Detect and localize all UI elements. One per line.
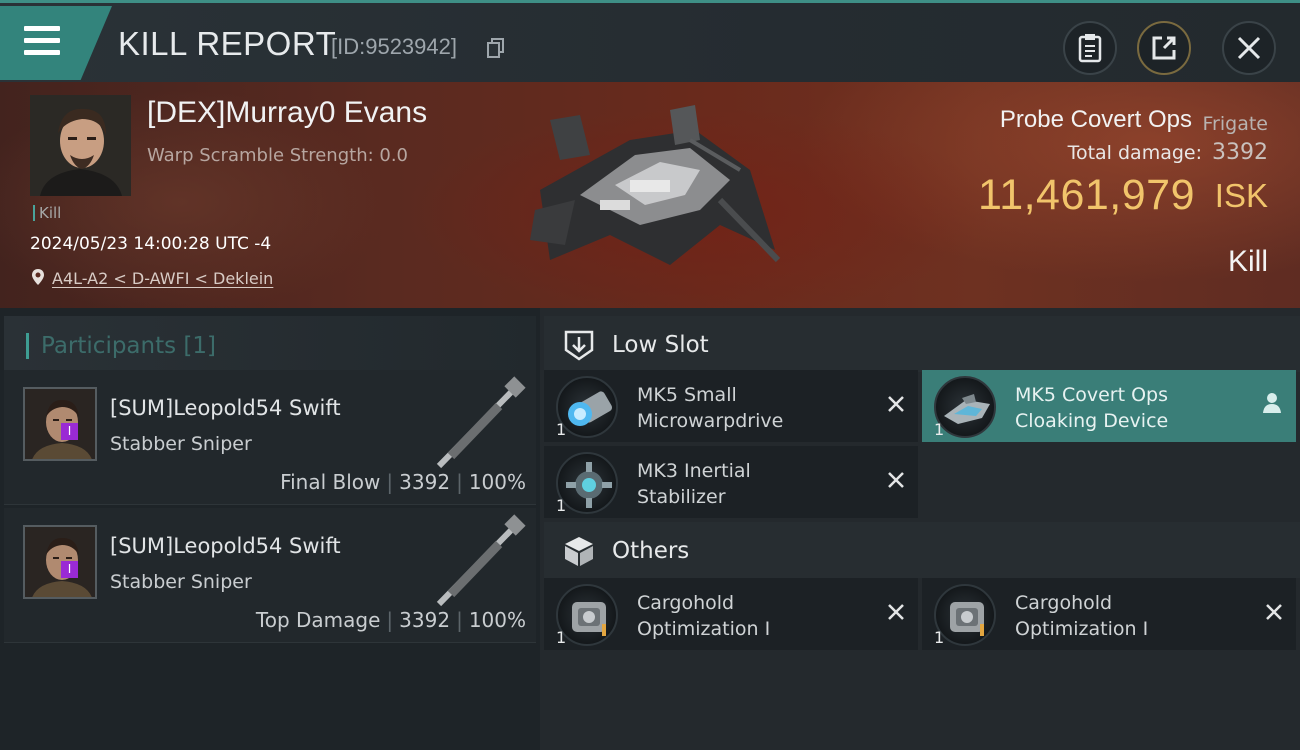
- module-quantity: 1: [556, 420, 567, 439]
- weapon-icon: [436, 376, 526, 469]
- participant-avatar[interactable]: [23, 387, 97, 461]
- participant-name[interactable]: [SUM]Leopold54 Swift: [110, 396, 341, 420]
- participant-percent: 100%: [468, 608, 526, 632]
- page-title: KILL REPORT: [118, 25, 337, 62]
- low-slot-title: Low Slot: [612, 332, 709, 358]
- close-button[interactable]: [1222, 21, 1276, 75]
- fitting-panel: Low Slot 1 MK5 Small Microwarpdrive 1 MK…: [540, 308, 1300, 750]
- participant-avatar[interactable]: [23, 525, 97, 599]
- module-quantity: 1: [556, 496, 567, 515]
- close-icon: [1237, 36, 1261, 60]
- pilot-portrait-icon: [30, 95, 131, 196]
- warp-scramble-strength: Warp Scramble Strength: 0.0: [147, 145, 409, 166]
- isk-unit: ISK: [1214, 177, 1268, 214]
- participant-card[interactable]: I [SUM]Leopold54 Swift Stabber Sniper To…: [4, 508, 536, 643]
- share-icon: [1152, 36, 1176, 60]
- kill-datetime: 2024/05/23 14:00:28 UTC -4: [30, 234, 272, 254]
- victim-portrait[interactable]: [30, 95, 131, 196]
- module-quantity: 1: [556, 628, 567, 647]
- module-card[interactable]: 1 Cargohold Optimization I: [544, 578, 918, 650]
- destroyed-x-icon: [888, 604, 904, 620]
- menu-button[interactable]: [0, 6, 112, 80]
- hamburger-menu-icon: [24, 26, 60, 56]
- copy-icon[interactable]: [487, 38, 505, 58]
- kill-location-link[interactable]: A4L-A2 < D-AWFI < Deklein: [52, 269, 273, 288]
- module-name: MK5 Covert Ops Cloaking Device: [1015, 384, 1169, 432]
- participant-badge: I: [61, 423, 78, 440]
- module-card[interactable]: 1 MK5 Small Microwarpdrive: [544, 370, 918, 442]
- module-card[interactable]: 1 Cargohold Optimization I: [922, 578, 1296, 650]
- destroyed-x-icon: [888, 396, 904, 412]
- weapon-icon: [436, 514, 526, 607]
- kill-tag: Kill: [33, 205, 61, 221]
- ship-image: [530, 105, 781, 265]
- participant-stats: Final Blow | 3392 | 100%: [280, 470, 526, 494]
- participants-header: Participants [1]: [4, 316, 536, 374]
- kill-report-header: KILL REPORT [ID:9523942]: [0, 0, 1300, 82]
- victim-summary: [DEX]Murray0 Evans Warp Scramble Strengt…: [0, 82, 1300, 308]
- participant-stats: Top Damage | 3392 | 100%: [255, 608, 526, 632]
- participant-damage: 3392: [399, 608, 451, 632]
- participant-name[interactable]: [SUM]Leopold54 Swift: [110, 534, 341, 558]
- others-header: Others: [544, 522, 1300, 578]
- participant-ship: Stabber Sniper: [110, 571, 252, 593]
- module-name: MK3 Inertial Stabilizer: [637, 460, 751, 508]
- isk-value: 11,461,979: [977, 171, 1195, 219]
- share-button[interactable]: [1137, 21, 1191, 75]
- participant-damage: 3392: [399, 470, 451, 494]
- victim-ship-name[interactable]: Probe Covert Ops: [1000, 106, 1192, 134]
- module-card[interactable]: 1 MK5 Covert Ops Cloaking Device: [922, 370, 1296, 442]
- others-title: Others: [612, 538, 690, 564]
- victim-pilot-name[interactable]: [DEX]Murray0 Evans: [147, 96, 427, 130]
- kill-result: Kill: [1227, 245, 1268, 278]
- clipboard-button[interactable]: [1063, 21, 1117, 75]
- participant-badge: I: [61, 561, 78, 578]
- participants-title: Participants [1]: [26, 333, 216, 359]
- participant-role: Final Blow: [280, 470, 381, 494]
- participant-role: Top Damage: [255, 608, 381, 632]
- module-card[interactable]: 1 MK3 Inertial Stabilizer: [544, 446, 918, 518]
- module-quantity: 1: [934, 420, 945, 439]
- low-slot-icon: [564, 330, 594, 361]
- participant-card[interactable]: I [SUM]Leopold54 Swift Stabber Sniper Fi…: [4, 370, 536, 505]
- total-damage-value: 3392: [1212, 140, 1268, 165]
- destroyed-x-icon: [1266, 604, 1282, 620]
- low-slot-header: Low Slot: [544, 316, 1300, 372]
- participant-ship: Stabber Sniper: [110, 433, 252, 455]
- report-id: [ID:9523942]: [331, 34, 457, 59]
- dropped-person-icon: [1263, 393, 1281, 413]
- module-name: MK5 Small Microwarpdrive: [637, 384, 784, 432]
- location-pin-icon: [32, 269, 44, 285]
- module-name: Cargohold Optimization I: [637, 592, 771, 640]
- cargo-box-icon: [565, 537, 593, 566]
- victim-ship-class: Frigate: [1202, 113, 1268, 135]
- participants-panel: Participants [1] I [SUM]Leopold54 Swift …: [0, 308, 540, 750]
- total-damage-label: Total damage:: [1067, 142, 1202, 164]
- module-quantity: 1: [934, 628, 945, 647]
- module-name: Cargohold Optimization I: [1015, 592, 1149, 640]
- clipboard-icon: [1078, 34, 1102, 63]
- participant-percent: 100%: [468, 470, 526, 494]
- destroyed-x-icon: [888, 472, 904, 488]
